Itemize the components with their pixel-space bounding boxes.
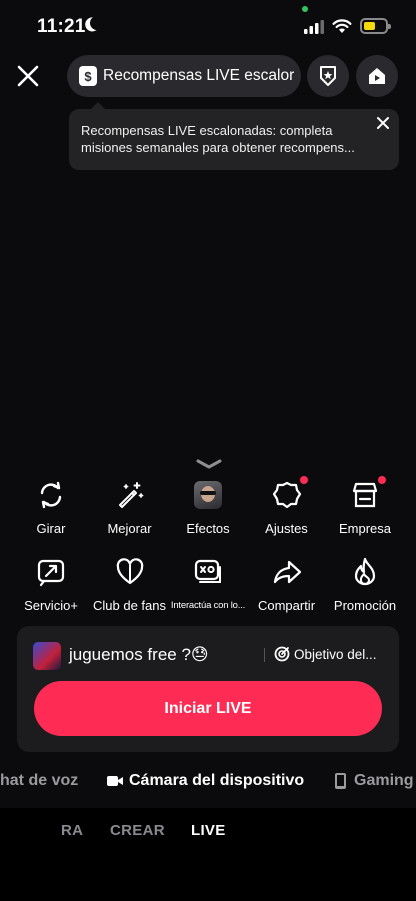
mode-device-camera[interactable]: Cámara del dispositivo	[107, 772, 304, 790]
status-time: 11:21	[37, 16, 86, 37]
mode-gaming[interactable]: Gaming	[335, 772, 414, 790]
tool-interact[interactable]: Interactúa con lo...	[169, 555, 247, 613]
tab-create[interactable]: CREAR	[110, 822, 165, 839]
tooltip-close-icon[interactable]	[375, 115, 391, 131]
tools-grid: Girar Mejorar Efectos Ajustes Empresa Se…	[0, 476, 416, 613]
notification-dot	[378, 476, 386, 484]
settings-gear-icon	[272, 481, 301, 509]
service-arrow-icon	[37, 559, 65, 587]
phone-icon	[335, 773, 346, 789]
tool-fan-club[interactable]: Club de fans	[91, 555, 169, 613]
tool-label: Club de fans	[93, 598, 166, 613]
divider	[264, 648, 265, 662]
status-bar: 11:21	[0, 0, 416, 50]
tool-service[interactable]: Servicio+	[12, 555, 90, 613]
tool-label: Girar	[36, 521, 66, 536]
mode-voice-chat[interactable]: hat de voz	[0, 772, 78, 790]
tool-label: Efectos	[186, 521, 230, 536]
tool-promotion[interactable]: Promoción	[326, 555, 404, 613]
live-setup-panel: juguemos free ?😓 Objetivo del... Iniciar…	[17, 626, 399, 752]
effect-thumbnail	[194, 481, 222, 509]
tool-flip-camera[interactable]: Girar	[12, 478, 90, 536]
goal-label: Objetivo del...	[294, 646, 377, 662]
tool-label: Empresa	[338, 521, 392, 536]
mode-label: Gaming	[354, 772, 414, 789]
tool-label: Compartir	[257, 598, 316, 613]
flame-icon	[354, 557, 376, 586]
wifi-icon	[332, 19, 352, 33]
tool-settings[interactable]: Ajustes	[248, 476, 326, 536]
tool-label: Mejorar	[107, 521, 152, 536]
moon-icon	[88, 14, 106, 32]
star-shield-icon	[320, 66, 336, 86]
tool-business[interactable]: Empresa	[326, 476, 404, 536]
target-icon	[274, 646, 290, 662]
star-shield-button[interactable]	[307, 55, 349, 97]
tooltip-line-2: misiones semanales para obtener recompen…	[81, 140, 355, 155]
flip-camera-icon	[40, 481, 62, 509]
rewards-label: Recompensas LIVE escalor	[103, 67, 295, 84]
tooltip-line-1: Recompensas LIVE escalonadas: completa	[81, 123, 333, 138]
tool-label: Promoción	[333, 598, 397, 613]
home-live-icon	[369, 68, 385, 84]
battery-icon	[360, 18, 391, 34]
battery-level-fill	[364, 22, 375, 30]
notification-dot	[299, 476, 308, 484]
live-center-button[interactable]	[356, 55, 398, 97]
cellular-signal-icon	[304, 20, 324, 34]
avatar[interactable]	[33, 642, 61, 670]
heart-icon	[116, 558, 143, 585]
tool-enhance[interactable]: Mejorar	[91, 478, 169, 536]
mode-label: Cámara del dispositivo	[129, 772, 305, 789]
tool-label: Interactúa con lo...	[170, 600, 246, 611]
tool-label: Servicio+	[24, 598, 78, 613]
live-title[interactable]: juguemos free ?😓	[69, 645, 209, 665]
tool-label: Ajustes	[265, 521, 308, 536]
store-icon	[352, 482, 378, 508]
rewards-tooltip: Recompensas LIVE escalonadas: completa m…	[69, 102, 399, 170]
tab-left[interactable]: RA	[61, 822, 83, 839]
tools-row-1: Girar Mejorar Efectos Ajustes Empresa	[0, 476, 416, 536]
close-icon[interactable]	[12, 60, 44, 92]
mode-selector: hat de voz Cámara del dispositivo Gaming	[0, 768, 416, 796]
start-live-button[interactable]: Iniciar LIVE	[34, 681, 382, 736]
tools-row-2: Servicio+ Club de fans Interactúa con lo…	[0, 555, 416, 613]
rewards-live-button[interactable]: $ Recompensas LIVE escalor	[67, 55, 301, 97]
chevron-down-icon[interactable]	[195, 458, 223, 470]
game-card-icon	[194, 559, 221, 583]
video-camera-icon	[107, 776, 123, 786]
tab-live[interactable]: LIVE	[191, 822, 226, 839]
share-arrow-icon	[273, 560, 301, 584]
tool-effects[interactable]: Efectos	[169, 478, 247, 536]
tool-share[interactable]: Compartir	[248, 555, 326, 613]
live-goal-button[interactable]: Objetivo del...	[274, 646, 377, 662]
bottom-tab-bar: RA CREAR LIVE	[0, 808, 416, 901]
dollar-icon: $	[79, 66, 97, 86]
magic-wand-icon	[118, 482, 143, 508]
privacy-indicator-dot	[302, 6, 308, 12]
